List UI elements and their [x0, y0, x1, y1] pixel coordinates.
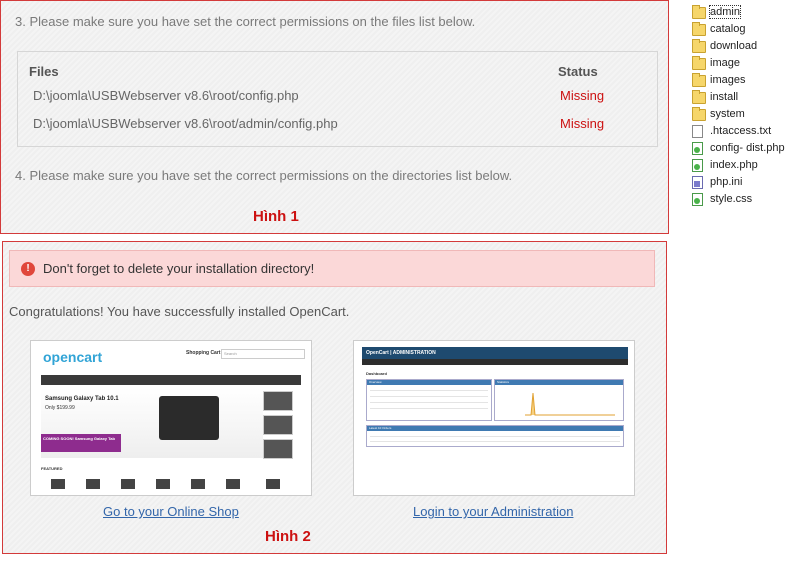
statistics-graph [525, 392, 615, 416]
shop-search-box: Search [221, 349, 305, 359]
file-name: admin [709, 5, 741, 19]
file-item-images[interactable]: images [690, 73, 800, 90]
featured-label: FEATURED [41, 466, 63, 471]
files-table: Files Status D:\joomla\USBWebserver v8.6… [17, 51, 658, 147]
folder-icon [692, 73, 706, 87]
product-thumb [51, 479, 65, 489]
overview-label: Overview [369, 380, 382, 384]
php-file-icon [692, 159, 703, 172]
file-name: php.ini [710, 176, 743, 188]
file-item-install[interactable]: install [690, 90, 800, 107]
product-thumb [86, 479, 100, 489]
tablet-image [159, 396, 219, 440]
side-thumb [263, 439, 293, 459]
file-name: install [710, 91, 739, 103]
file-item-download[interactable]: download [690, 39, 800, 56]
folder-icon [692, 56, 706, 70]
step-4-text: 4. Please make sure you have set the cor… [15, 168, 513, 183]
file-item-admin[interactable]: admin [690, 5, 800, 22]
file-item-index[interactable]: index.php [690, 158, 800, 175]
file-name: download [710, 40, 758, 52]
file-item-style-css[interactable]: style.css [690, 192, 800, 209]
file-name: .htaccess.txt [710, 125, 772, 137]
file-path-1: D:\joomla\USBWebserver v8.6\root/config.… [33, 88, 299, 103]
product-thumb [191, 479, 205, 489]
css-file-icon [692, 193, 703, 206]
file-item-system[interactable]: system [690, 107, 800, 124]
shop-banner: Samsung Galaxy Tab 10.1 Only $199.99 COM… [41, 388, 263, 458]
file-name: catalog [710, 23, 746, 35]
side-thumb [263, 415, 293, 435]
coming-soon-badge: COMING SOON! Samsung Galaxy Tab [41, 434, 121, 452]
caption-hinh-1: Hình 1 [253, 208, 299, 225]
folder-icon [692, 107, 706, 121]
shop-nav-bar: Desktops Components Tablets Software Pho… [41, 375, 301, 389]
product-thumb [156, 479, 170, 489]
folder-icon [692, 5, 706, 19]
files-header: Files [29, 64, 59, 79]
admin-preview-image[interactable]: OpenCart | ADMINISTRATION Dashboard Over… [353, 340, 635, 496]
product-thumb [226, 479, 240, 489]
delete-install-warning: ! Don't forget to delete your installati… [9, 250, 655, 287]
warning-text: Don't forget to delete your installation… [43, 261, 315, 276]
banner-title: Samsung Galaxy Tab 10.1 [45, 396, 119, 402]
admin-header: OpenCart | ADMINISTRATION [362, 347, 628, 359]
ini-file-icon [692, 176, 703, 189]
product-thumb [266, 479, 280, 489]
step-3-text: 3. Please make sure you have set the cor… [15, 14, 476, 29]
text-file-icon [692, 125, 703, 138]
warning-icon: ! [21, 262, 35, 276]
folder-icon [692, 39, 706, 53]
file-item-image[interactable]: image [690, 56, 800, 73]
file-name: config- dist.php [710, 142, 785, 154]
status-missing-1: Missing [560, 88, 605, 103]
statistics-label: Statistics [497, 380, 510, 384]
status-header: Status [558, 64, 598, 79]
file-path-2: D:\joomla\USBWebserver v8.6\root/admin/c… [33, 116, 338, 131]
latest-orders-label: Latest 10 Orders [369, 426, 392, 430]
overview-box: Overview [366, 379, 492, 421]
file-name: image [710, 57, 740, 69]
login-admin-link[interactable]: Login to your Administration [413, 504, 573, 519]
file-name: images [710, 74, 746, 86]
file-name: style.css [710, 193, 753, 205]
file-name: system [710, 108, 745, 120]
file-item-config-dist[interactable]: config- dist.php [690, 141, 800, 158]
file-item-htaccess[interactable]: .htaccess.txt [690, 124, 800, 141]
product-thumb [121, 479, 135, 489]
side-thumb [263, 391, 293, 411]
install-complete-panel: ! Don't forget to delete your installati… [2, 241, 667, 554]
file-name: index.php [710, 159, 758, 171]
install-permissions-panel: 3. Please make sure you have set the cor… [0, 0, 669, 234]
admin-nav [362, 359, 628, 365]
shop-preview-image[interactable]: opencart Shopping Cart Search Desktops C… [30, 340, 312, 496]
banner-price: Only $199.99 [45, 405, 75, 411]
statistics-box: Statistics [494, 379, 624, 421]
file-item-catalog[interactable]: catalog [690, 22, 800, 39]
latest-orders-box: Latest 10 Orders [366, 425, 624, 447]
admin-dashboard-title: Dashboard [366, 371, 387, 376]
status-missing-2: Missing [560, 116, 605, 131]
file-item-php-ini[interactable]: php.ini [690, 175, 800, 192]
caption-hinh-2: Hình 2 [265, 528, 311, 545]
folder-icon [692, 90, 706, 104]
shopping-cart-label: Shopping Cart [186, 350, 221, 356]
go-to-shop-link[interactable]: Go to your Online Shop [103, 504, 239, 519]
php-file-icon [692, 142, 703, 155]
congrats-text: Congratulations! You have successfully i… [9, 304, 350, 319]
admin-title: OpenCart | ADMINISTRATION [366, 350, 436, 356]
opencart-logo: opencart [43, 349, 103, 365]
folder-icon [692, 22, 706, 36]
